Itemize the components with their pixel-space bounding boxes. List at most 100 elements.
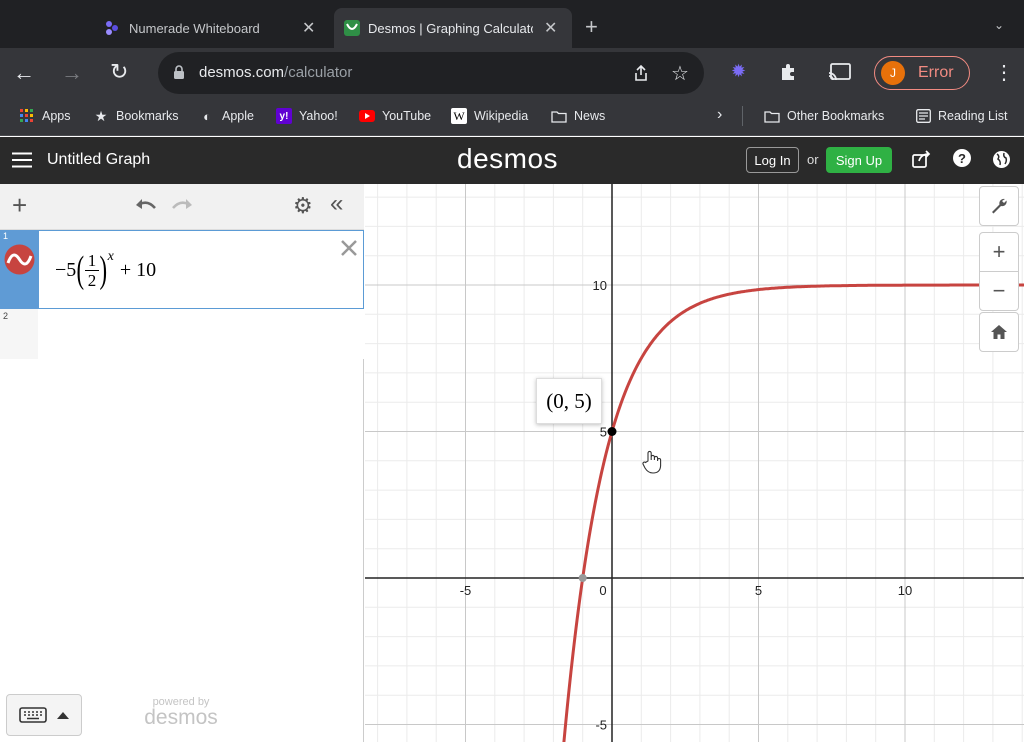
expression-toolbar: + ⚙ « bbox=[0, 184, 364, 230]
graph-canvas[interactable]: -5 0 5 10 10 5 -5 bbox=[365, 184, 1024, 742]
y-tick-label: -5 bbox=[595, 718, 607, 733]
tab-title: Desmos | Graphing Calculato bbox=[368, 20, 533, 36]
math-token: + 10 bbox=[119, 258, 157, 281]
bookmark-label: Bookmarks bbox=[116, 109, 179, 123]
x-tick-label: 0 bbox=[599, 583, 606, 598]
zoom-out-button[interactable]: − bbox=[979, 271, 1019, 311]
bookmark-yahoo[interactable]: y! Yahoo! bbox=[276, 108, 338, 124]
graph-color-toggle-icon[interactable] bbox=[4, 244, 35, 275]
close-tab-icon[interactable]: ✕ bbox=[544, 18, 557, 38]
extension-icon[interactable]: ✹ bbox=[731, 61, 746, 82]
math-token: 1 bbox=[87, 250, 97, 270]
bookmark-label: YouTube bbox=[382, 109, 432, 123]
triangle-up-icon bbox=[57, 712, 69, 719]
extensions-puzzle-icon[interactable] bbox=[778, 62, 798, 82]
globe-icon: ◐ bbox=[203, 108, 211, 124]
delete-expression-icon[interactable] bbox=[340, 239, 358, 257]
expression-row[interactable]: 1 −5 ( 1 2 ) x + 10 bbox=[0, 230, 364, 309]
tab-desmos[interactable]: Desmos | Graphing Calculato ✕ bbox=[334, 8, 572, 48]
settings-gear-icon[interactable]: ⚙ bbox=[293, 193, 313, 219]
desmos-header: Untitled Graph desmos Log In or Sign Up … bbox=[0, 137, 1024, 184]
folder-icon bbox=[764, 108, 780, 124]
wikipedia-icon: W bbox=[451, 108, 467, 124]
graph-title[interactable]: Untitled Graph bbox=[47, 151, 150, 169]
bookmark-apps[interactable]: Apps bbox=[19, 108, 71, 124]
expression-index: 2 bbox=[3, 311, 9, 321]
bookmark-label: Wikipedia bbox=[474, 109, 529, 123]
expression-row-empty[interactable]: 2 bbox=[0, 309, 364, 359]
new-tab-icon[interactable]: + bbox=[585, 14, 598, 40]
graph-settings-button[interactable] bbox=[979, 186, 1019, 226]
tab-title: Numerade Whiteboard bbox=[129, 20, 260, 36]
zoom-in-button[interactable]: + bbox=[979, 232, 1019, 272]
expression-formula[interactable]: −5 ( 1 2 ) x + 10 bbox=[55, 248, 156, 292]
point-label-text: (0, 5) bbox=[546, 388, 592, 413]
forward-icon[interactable]: → bbox=[61, 60, 83, 86]
menu-icon[interactable]: ⋮ bbox=[994, 60, 1014, 85]
signup-button[interactable]: Sign Up bbox=[826, 147, 892, 173]
x-intercept-point[interactable] bbox=[578, 574, 587, 582]
reload-icon[interactable]: ↻ bbox=[110, 59, 128, 85]
add-expression-icon[interactable]: + bbox=[12, 190, 27, 221]
bookmark-label: Apps bbox=[42, 109, 71, 123]
bookmark-news[interactable]: News bbox=[551, 108, 605, 124]
tab-strip: Numerade Whiteboard ✕ Desmos | Graphing … bbox=[0, 0, 1024, 48]
expression-index: 1 bbox=[3, 231, 9, 241]
share-icon[interactable] bbox=[633, 64, 649, 82]
bookmark-bookmarks[interactable]: ★ Bookmarks bbox=[93, 108, 179, 124]
bookmark-other[interactable]: Other Bookmarks bbox=[764, 108, 884, 124]
url-text: desmos.com/calculator bbox=[199, 64, 352, 81]
graph-paper[interactable]: -5 0 5 10 10 5 -5 (0, 5) + − bbox=[365, 184, 1024, 742]
folder-icon bbox=[551, 108, 567, 124]
close-tab-icon[interactable]: ✕ bbox=[302, 18, 315, 38]
address-bar[interactable]: desmos.com/calculator ☆ bbox=[158, 52, 704, 94]
help-icon[interactable]: ? bbox=[953, 149, 971, 167]
expression-gutter: 1 bbox=[0, 230, 39, 309]
math-token: ( bbox=[76, 249, 85, 291]
hamburger-menu-icon[interactable] bbox=[12, 152, 32, 168]
bookmark-label: Reading List bbox=[938, 109, 1008, 123]
bookmark-label: News bbox=[574, 109, 606, 123]
y-tick-label: 5 bbox=[600, 425, 607, 440]
numerade-icon bbox=[106, 21, 118, 35]
desmos-tab-icon bbox=[344, 20, 360, 36]
bookmark-label: Apple bbox=[222, 109, 254, 123]
powered-by: powered by desmos bbox=[140, 696, 222, 729]
wrench-icon bbox=[992, 198, 1007, 214]
collapse-panel-icon[interactable]: « bbox=[330, 190, 343, 218]
bookmark-label: Other Bookmarks bbox=[787, 109, 885, 123]
bookmark-reading-list[interactable]: Reading List bbox=[915, 108, 1008, 124]
fraction: 1 2 bbox=[84, 250, 99, 290]
desmos-logo: desmos bbox=[457, 143, 559, 174]
bookmark-apple[interactable]: ◐ Apple bbox=[199, 108, 254, 124]
plus-icon: + bbox=[992, 239, 1006, 264]
undo-icon[interactable] bbox=[134, 198, 158, 214]
share-graph-icon[interactable] bbox=[912, 150, 932, 168]
redo-icon[interactable] bbox=[170, 198, 194, 214]
star-icon: ★ bbox=[94, 107, 108, 124]
keypad-toggle-button[interactable] bbox=[6, 694, 82, 736]
yahoo-icon: y! bbox=[276, 108, 292, 124]
bookmark-wikipedia[interactable]: W Wikipedia bbox=[451, 108, 528, 124]
language-globe-icon[interactable] bbox=[992, 150, 1011, 169]
powered-by-logo: desmos bbox=[144, 706, 218, 729]
login-button[interactable]: Log In bbox=[746, 147, 799, 173]
chevron-right-icon[interactable]: › bbox=[717, 106, 722, 124]
apps-grid-icon bbox=[19, 108, 35, 124]
bookmarks-bar: Apps ★ Bookmarks ◐ Apple y! Yahoo! YouTu… bbox=[0, 98, 1024, 136]
default-viewport-button[interactable] bbox=[979, 312, 1019, 352]
youtube-icon bbox=[359, 108, 375, 124]
minus-icon: − bbox=[992, 278, 1006, 303]
x-tick-label: 10 bbox=[898, 583, 912, 598]
function-curve[interactable] bbox=[562, 283, 1024, 742]
y-intercept-point[interactable] bbox=[607, 427, 617, 436]
reading-list-icon bbox=[915, 108, 931, 124]
tab-numerade[interactable]: Numerade Whiteboard ✕ bbox=[92, 8, 332, 48]
back-icon[interactable]: ← bbox=[13, 60, 35, 86]
math-token: ) bbox=[99, 249, 108, 291]
cast-icon[interactable] bbox=[828, 63, 852, 82]
bookmark-youtube[interactable]: YouTube bbox=[359, 108, 431, 124]
star-icon[interactable]: ☆ bbox=[671, 61, 689, 86]
profile-error-button[interactable]: J Error bbox=[874, 56, 970, 90]
tab-search-icon[interactable]: ⌄ bbox=[994, 18, 1004, 32]
